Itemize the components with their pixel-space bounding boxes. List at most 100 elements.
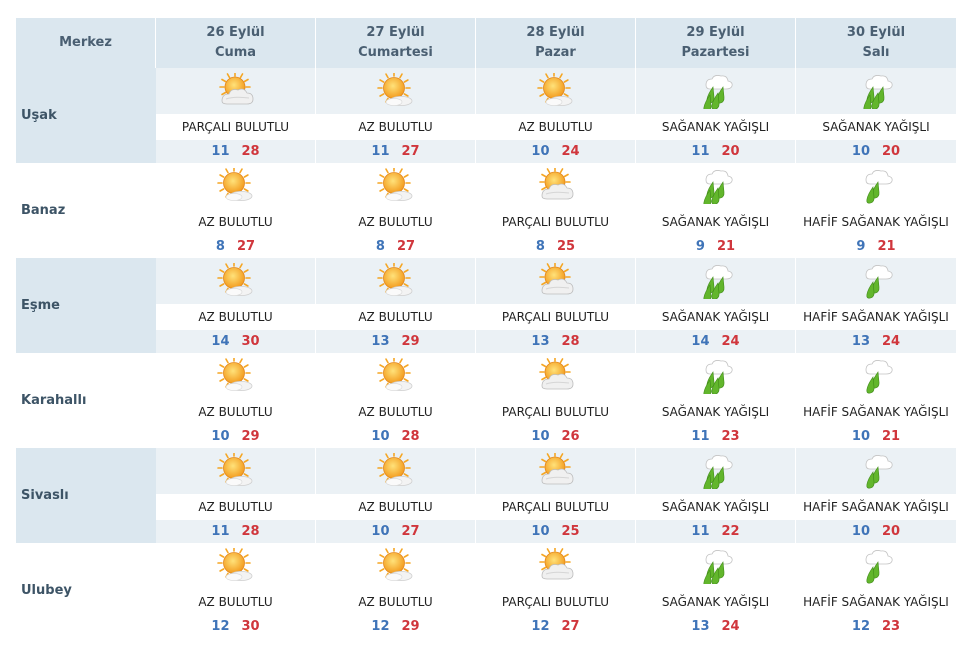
high-temp: 27 xyxy=(401,144,420,159)
forecast-cell: AZ BULUTLU 10 28 xyxy=(316,353,476,448)
table-row: Sivaslı AZ BULUTLU 11 28 AZ BULUTLU 10 27 PARÇA… xyxy=(16,448,956,543)
low-temp: 11 xyxy=(691,429,710,444)
day-weekday: Cumartesi xyxy=(358,45,433,60)
sun-cloud-icon xyxy=(156,258,315,304)
sun-cloud-icon xyxy=(316,68,475,114)
forecast-cell: PARÇALI BULUTLU 12 27 xyxy=(476,543,636,638)
low-temp: 12 xyxy=(211,619,230,634)
high-temp: 30 xyxy=(241,334,260,349)
day-date: 30 Eylül xyxy=(846,25,906,40)
high-temp: 28 xyxy=(241,524,260,539)
temperature-range: 14 24 xyxy=(636,330,795,353)
heavy-rain-icon xyxy=(636,543,795,589)
day-header: 28 Eylül Pazar xyxy=(476,18,636,68)
condition-label: AZ BULUTLU xyxy=(156,589,315,615)
forecast-cell: AZ BULUTLU 10 24 xyxy=(476,68,636,163)
high-temp: 27 xyxy=(396,239,416,254)
condition-label: PARÇALI BULUTLU xyxy=(476,589,635,615)
region-label: Merkez xyxy=(59,35,112,50)
day-weekday: Pazartesi xyxy=(681,45,750,60)
high-temp: 29 xyxy=(401,334,420,349)
temperature-range: 13 24 xyxy=(636,615,795,638)
low-temp: 10 xyxy=(371,429,390,444)
condition-label: PARÇALI BULUTLU xyxy=(476,304,635,330)
forecast-cell: PARÇALI BULUTLU 13 28 xyxy=(476,258,636,353)
forecast-header-row: Merkez 26 Eylül Cuma 27 Eylül Cumartesi 28… xyxy=(16,18,956,68)
condition-label: SAĞANAK YAĞIŞLI xyxy=(796,114,956,140)
heavy-rain-icon xyxy=(636,448,795,494)
forecast-cell: AZ BULUTLU 14 30 xyxy=(156,258,316,353)
condition-label: SAĞANAK YAĞIŞLI xyxy=(636,209,795,235)
condition-label: PARÇALI BULUTLU xyxy=(476,209,635,235)
condition-label: SAĞANAK YAĞIŞLI xyxy=(636,304,795,330)
temperature-range: 11 28 xyxy=(156,520,315,543)
condition-label: HAFİF SAĞANAK YAĞIŞLI xyxy=(796,209,956,235)
temperature-range: 12 30 xyxy=(156,615,315,638)
temperature-range: 10 24 xyxy=(476,140,635,163)
low-temp: 11 xyxy=(211,524,230,539)
temperature-range: 10 25 xyxy=(476,520,635,543)
low-temp: 10 xyxy=(371,524,390,539)
forecast-cell: PARÇALI BULUTLU 11 28 xyxy=(156,68,316,163)
low-temp: 11 xyxy=(211,144,230,159)
partly-cloudy-icon xyxy=(156,68,315,114)
temperature-range: 14 30 xyxy=(156,330,315,353)
temperature-range: 11 22 xyxy=(636,520,795,543)
sun-cloud-icon xyxy=(156,543,315,589)
condition-label: HAFİF SAĞANAK YAĞIŞLI xyxy=(796,304,956,330)
low-temp: 11 xyxy=(691,524,710,539)
condition-label: AZ BULUTLU xyxy=(156,304,315,330)
temperature-range: 10 20 xyxy=(796,520,956,543)
partly-cloudy-icon xyxy=(476,353,635,399)
heavy-rain-icon xyxy=(636,68,795,114)
temperature-range: 10 27 xyxy=(316,520,475,543)
forecast-cell: SAĞANAK YAĞIŞLI 9 21 xyxy=(636,163,796,258)
temperature-range: 11 23 xyxy=(636,425,795,448)
forecast-cell: SAĞANAK YAĞIŞLI 10 20 xyxy=(796,68,956,163)
low-temp: 13 xyxy=(531,334,550,349)
temperature-range: 11 28 xyxy=(156,140,315,163)
condition-label: HAFİF SAĞANAK YAĞIŞLI xyxy=(796,589,956,615)
sun-cloud-icon xyxy=(156,448,315,494)
high-temp: 24 xyxy=(561,144,580,159)
temperature-range: 9 21 xyxy=(796,235,956,258)
temperature-range: 13 29 xyxy=(316,330,475,353)
day-date: 29 Eylül xyxy=(686,25,745,40)
table-row: Karahallı AZ BULUTLU 10 29 AZ BULUTLU 10 28 PAR… xyxy=(16,353,956,448)
district-name: Banaz xyxy=(21,203,66,218)
forecast-cell: PARÇALI BULUTLU 8 25 xyxy=(476,163,636,258)
sun-cloud-icon xyxy=(316,543,475,589)
high-temp: 20 xyxy=(721,144,740,159)
forecast-cell: AZ BULUTLU 11 28 xyxy=(156,448,316,543)
low-temp: 9 xyxy=(695,239,705,254)
temperature-range: 12 29 xyxy=(316,615,475,638)
condition-label: AZ BULUTLU xyxy=(316,114,475,140)
temperature-range: 8 25 xyxy=(476,235,635,258)
low-temp: 10 xyxy=(531,524,550,539)
high-temp: 28 xyxy=(401,429,420,444)
temperature-range: 10 26 xyxy=(476,425,635,448)
condition-label: PARÇALI BULUTLU xyxy=(156,114,315,140)
forecast-cell: AZ BULUTLU 12 30 xyxy=(156,543,316,638)
forecast-cell: AZ BULUTLU 10 27 xyxy=(316,448,476,543)
high-temp: 23 xyxy=(882,619,901,634)
high-temp: 21 xyxy=(716,239,736,254)
low-temp: 11 xyxy=(691,144,710,159)
high-temp: 20 xyxy=(882,524,901,539)
condition-label: SAĞANAK YAĞIŞLI xyxy=(636,114,795,140)
heavy-rain-icon xyxy=(636,353,795,399)
day-header: 30 Eylül Salı xyxy=(796,18,956,68)
condition-label: AZ BULUTLU xyxy=(156,209,315,235)
condition-label: PARÇALI BULUTLU xyxy=(476,399,635,425)
light-rain-icon xyxy=(796,163,956,209)
condition-label: HAFİF SAĞANAK YAĞIŞLI xyxy=(796,494,956,520)
temperature-range: 12 27 xyxy=(476,615,635,638)
condition-label: AZ BULUTLU xyxy=(156,399,315,425)
low-temp: 8 xyxy=(375,239,385,254)
table-row: Eşme AZ BULUTLU 14 30 AZ BULUTLU 13 29 PARÇALI … xyxy=(16,258,956,353)
low-temp: 10 xyxy=(211,429,230,444)
light-rain-icon xyxy=(796,543,956,589)
forecast-cell: SAĞANAK YAĞIŞLI 14 24 xyxy=(636,258,796,353)
day-weekday: Salı xyxy=(862,45,890,60)
forecast-cell: AZ BULUTLU 13 29 xyxy=(316,258,476,353)
